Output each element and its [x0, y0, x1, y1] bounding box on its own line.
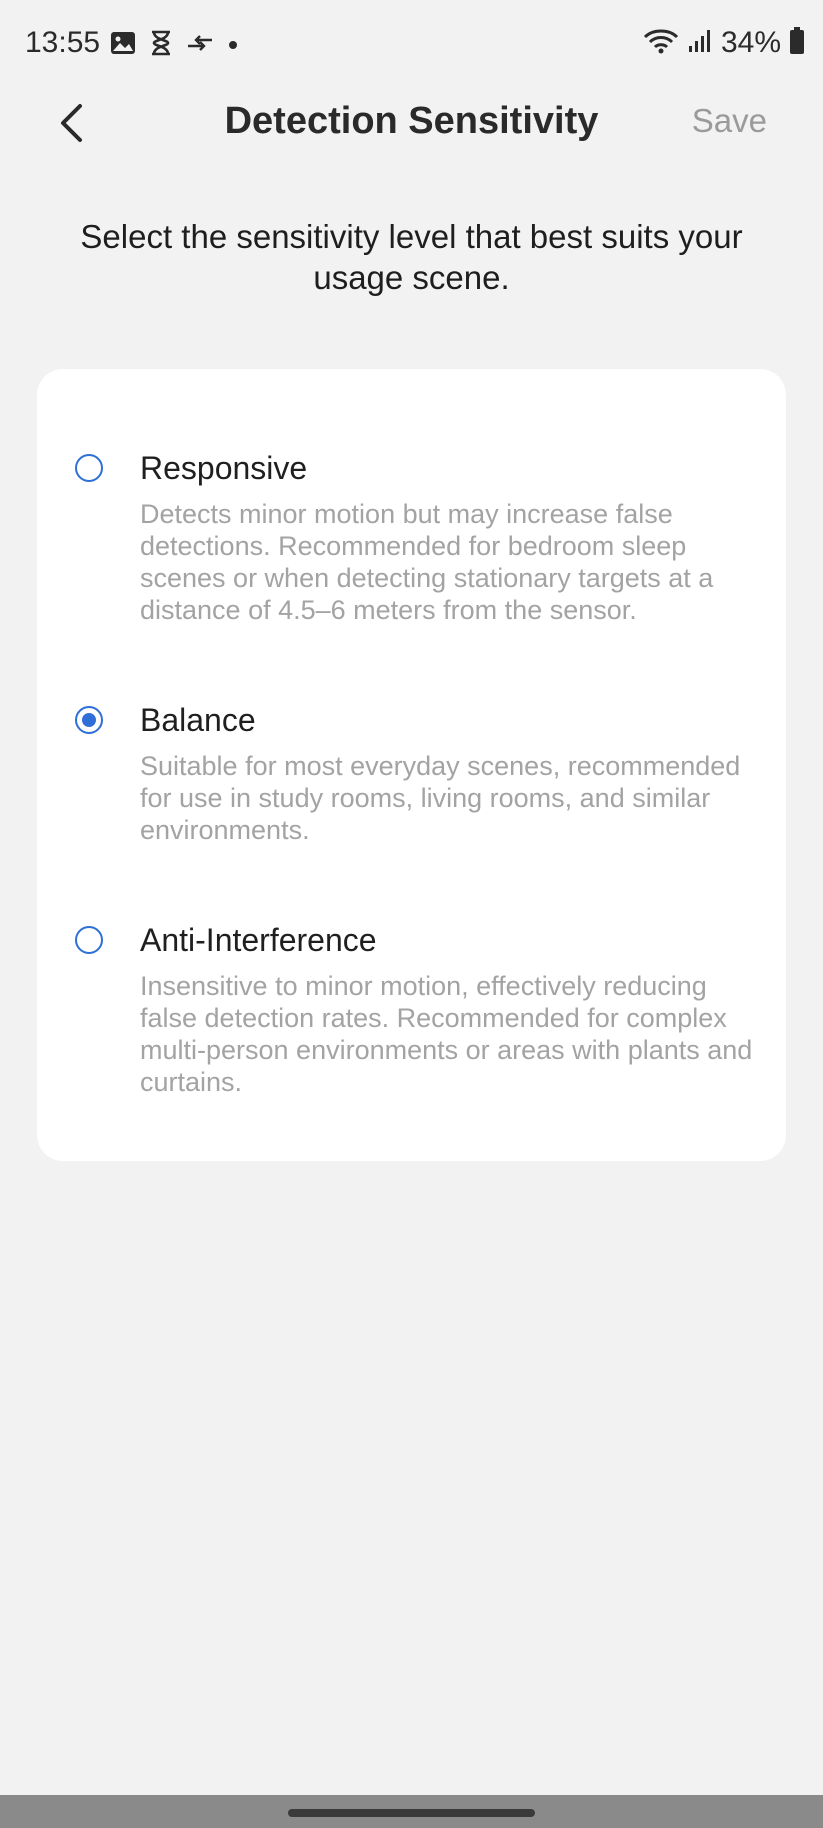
radio-responsive[interactable] [75, 454, 103, 482]
status-left-icons [110, 30, 238, 61]
battery-percent: 34% [720, 26, 781, 59]
signal-icon [687, 28, 713, 59]
instructions-text: Select the sensitivity level that best s… [80, 218, 743, 296]
radio-anti-interference[interactable] [75, 926, 103, 954]
home-indicator[interactable] [288, 1809, 535, 1817]
sensitivity-options-card: Responsive Detects minor motion but may … [37, 369, 786, 1161]
status-right-icons: 34% [643, 26, 805, 60]
hourglass-icon [150, 30, 172, 61]
status-time: 13:55 [25, 26, 101, 59]
battery-icon [789, 26, 805, 60]
option-description: Suitable for most everyday scenes, recom… [140, 751, 741, 845]
option-title: Responsive [140, 450, 308, 486]
data-transfer-icon [186, 32, 214, 59]
option-anti-interference[interactable]: Anti-Interference Insensitive to minor m… [37, 914, 786, 1097]
option-responsive[interactable]: Responsive Detects minor motion but may … [37, 442, 786, 625]
wifi-icon [643, 27, 679, 60]
option-balance[interactable]: Balance Suitable for most everyday scene… [37, 694, 786, 845]
save-button[interactable]: Save [692, 102, 767, 140]
option-description: Detects minor motion but may increase fa… [140, 499, 714, 625]
image-icon [110, 30, 136, 61]
radio-balance[interactable] [75, 706, 103, 734]
dot-icon [228, 37, 238, 55]
status-bar: 13:55 34% [0, 0, 823, 92]
app-bar: Detection Sensitivity Save [0, 92, 823, 154]
option-title: Balance [140, 702, 256, 738]
navigation-bar [0, 1795, 823, 1828]
option-description: Insensitive to minor motion, effectively… [140, 971, 753, 1097]
option-title: Anti-Interference [140, 922, 377, 958]
